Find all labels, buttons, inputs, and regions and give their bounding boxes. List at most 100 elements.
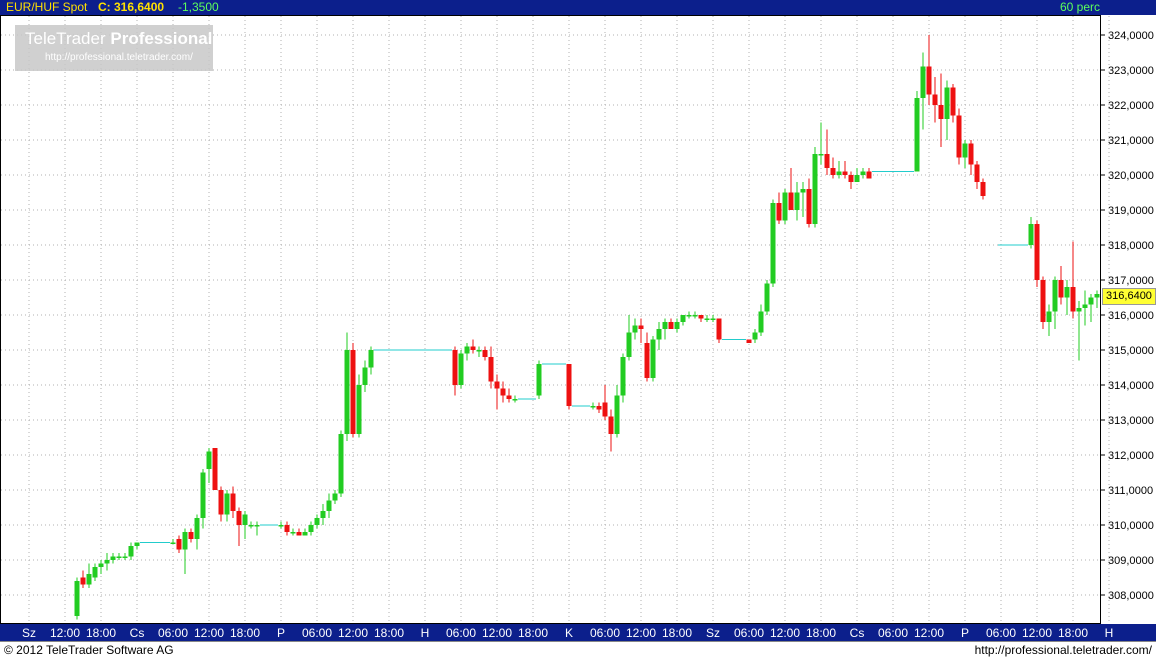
candle-up: [674, 322, 680, 329]
chart-title-bar: EUR/HUF Spot C: 316,6400 -1,3500 60 perc: [0, 0, 1156, 15]
candle-down: [608, 416, 614, 434]
candle-up: [512, 399, 518, 401]
candle-up: [1076, 308, 1082, 312]
candle-down: [1040, 280, 1046, 322]
x-tick-label: 18:00: [518, 626, 548, 640]
candle-up: [782, 192, 788, 221]
candle-down: [968, 143, 974, 165]
candle-up: [314, 518, 320, 525]
last-value-marker: 316,6400: [1102, 288, 1156, 305]
candle-up: [290, 532, 296, 534]
candle-down: [296, 532, 302, 536]
x-tick-label: H: [421, 626, 430, 640]
candle-up: [1028, 224, 1034, 245]
x-tick-label: 12:00: [1022, 626, 1052, 640]
change-label: -1,3500: [178, 0, 219, 14]
candle-up: [920, 66, 926, 98]
candle-down: [452, 350, 458, 385]
candle-down: [824, 154, 830, 168]
x-tick-label: 06:00: [590, 626, 620, 640]
candle-down: [176, 539, 182, 550]
candle-up: [98, 563, 104, 567]
y-tick-label: 314,0000: [1108, 380, 1154, 392]
candle-down: [950, 87, 956, 116]
candle-down: [218, 490, 224, 515]
candle-up: [710, 318, 716, 320]
x-tick-label: 18:00: [662, 626, 692, 640]
candle-up: [632, 325, 638, 333]
candle-up: [320, 511, 326, 518]
candle-up: [944, 87, 950, 119]
candle-up: [662, 322, 668, 329]
y-tick-label: 317,0000: [1108, 275, 1154, 287]
candle-up: [692, 315, 698, 317]
footer: © 2012 TeleTrader Software AG http://pro…: [0, 641, 1156, 660]
x-tick-label: 06:00: [446, 626, 476, 640]
candle-up: [1094, 294, 1100, 298]
candlestick-chart[interactable]: 308,0000 309,0000 310,0000 311,0000 312,0000…: [0, 15, 1156, 624]
candle-down: [566, 364, 572, 406]
candle-up: [224, 493, 230, 515]
watermark-brand-a: TeleTrader: [25, 29, 111, 48]
x-tick-label: 18:00: [806, 626, 836, 640]
candle-up: [344, 350, 350, 434]
candle-up: [338, 434, 344, 494]
candle-up: [614, 395, 620, 434]
candle-down: [788, 192, 794, 210]
candle-down: [350, 350, 356, 434]
candle-down: [668, 322, 674, 329]
x-tick-label: Cs: [850, 626, 865, 640]
candle-up: [680, 315, 686, 322]
y-tick-label: 313,0000: [1108, 415, 1154, 427]
candle-up: [116, 556, 122, 558]
candle-up: [242, 514, 248, 525]
candle-up: [686, 315, 692, 317]
candle-up: [770, 203, 776, 284]
candle-up: [854, 175, 860, 182]
candle-up: [128, 546, 134, 557]
candle-down: [980, 182, 986, 196]
y-tick-label: 308,0000: [1108, 590, 1154, 602]
candle-up: [194, 518, 200, 539]
candle-up: [206, 451, 212, 469]
candle-down: [494, 381, 500, 389]
candle-up: [620, 357, 626, 396]
footer-url-link[interactable]: http://professional.teletrader.com/: [975, 643, 1152, 657]
interval-label[interactable]: 60 perc: [1060, 0, 1100, 15]
symbol-label: EUR/HUF Spot: [6, 0, 88, 14]
x-tick-label: 06:00: [878, 626, 908, 640]
x-tick-label: 18:00: [374, 626, 404, 640]
candle-down: [866, 171, 872, 179]
x-axis-labels: Sz 12:00 18:00 Cs 06:00 12:00 18:00 P 06:00 12:00…: [22, 626, 1113, 640]
candle-up: [962, 143, 968, 158]
candle-down: [974, 164, 980, 182]
y-tick-label: 322,0000: [1108, 100, 1154, 112]
candle-up: [92, 567, 98, 578]
candle-down: [932, 94, 938, 105]
candle-up: [1064, 287, 1070, 298]
candle-up: [308, 525, 314, 532]
y-tick-label: 309,0000: [1108, 555, 1154, 567]
candle-down: [236, 511, 242, 525]
candle-down: [638, 325, 644, 329]
candle-up: [200, 472, 206, 518]
x-tick-label: 12:00: [770, 626, 800, 640]
candle-up: [860, 171, 866, 175]
x-tick-label: 06:00: [302, 626, 332, 640]
candle-up: [1088, 297, 1094, 305]
x-tick-label: 12:00: [50, 626, 80, 640]
y-tick-label: 316,0000: [1108, 310, 1154, 322]
candle-up: [752, 332, 758, 340]
x-tick-label: P: [961, 626, 969, 640]
x-tick-label: 12:00: [194, 626, 224, 640]
candle-down: [284, 525, 290, 532]
candle-up: [656, 329, 662, 340]
candle-down: [596, 406, 602, 410]
x-tick-label: 18:00: [230, 626, 260, 640]
candle-up: [302, 532, 308, 536]
x-tick-label: 18:00: [1058, 626, 1088, 640]
candle-up: [764, 283, 770, 312]
candle-down: [1070, 287, 1076, 312]
candle-up: [356, 385, 362, 434]
candle-up: [914, 98, 920, 172]
